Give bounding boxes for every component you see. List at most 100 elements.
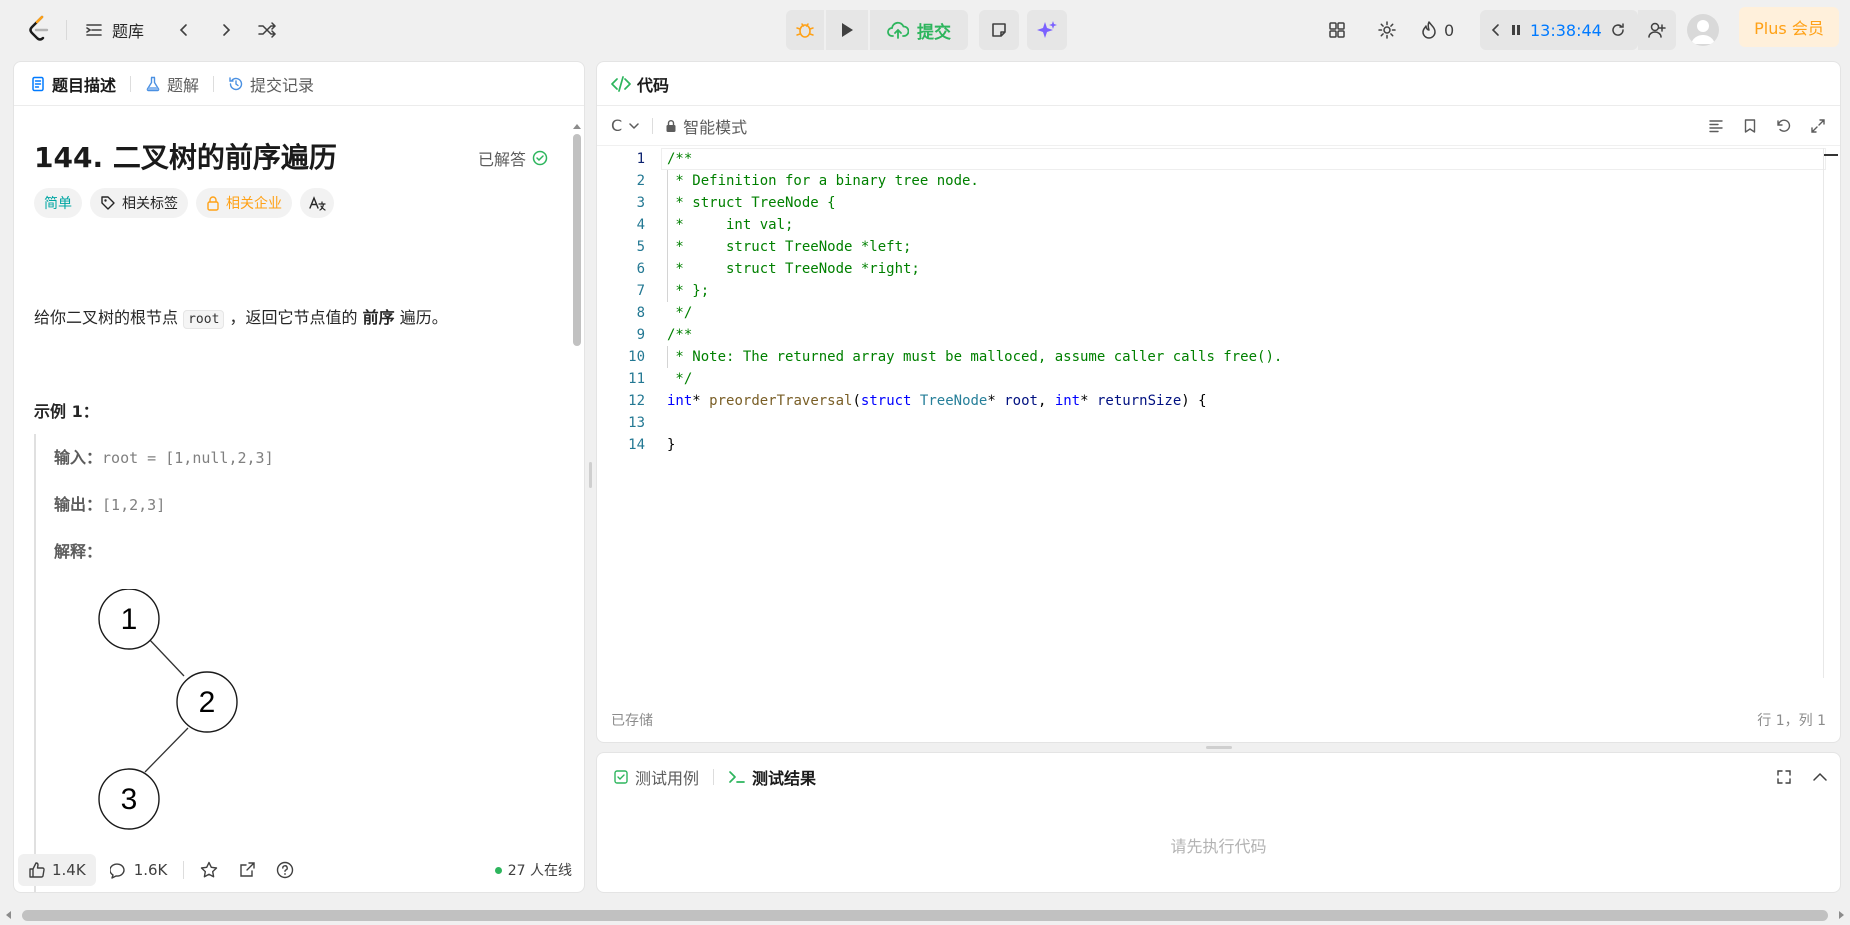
tab-test-result-label: 测试结果: [752, 769, 817, 788]
difficulty-label: 简单: [44, 196, 72, 212]
thumbs-up-icon: [29, 862, 45, 878]
shuffle-icon: [258, 22, 277, 38]
leetcode-logo[interactable]: [26, 14, 52, 44]
document-icon: [32, 76, 44, 91]
code-line: 3 * struct TreeNode {: [636, 195, 836, 211]
timer-widget[interactable]: 13:38:44: [1480, 10, 1638, 50]
description-text: 遍历。: [394, 308, 448, 327]
translate-button[interactable]: [300, 188, 334, 218]
lock-icon: [207, 196, 219, 211]
share-button[interactable]: [228, 854, 266, 886]
input-value: root = [1,null,2,3]: [102, 449, 274, 467]
layout-button[interactable]: [1322, 15, 1352, 45]
avatar[interactable]: [1687, 14, 1719, 46]
language-select[interactable]: C: [611, 116, 640, 135]
undo-icon[interactable]: [1776, 118, 1792, 134]
related-companies-button[interactable]: 相关企业: [196, 188, 292, 218]
cursor-position: 行 1，列 1: [1757, 713, 1826, 729]
function-signature: int* preorderTraversal(struct TreeNode* …: [667, 390, 1207, 412]
next-problem-button[interactable]: [214, 15, 238, 45]
comment-icon: [109, 863, 125, 879]
prev-problem-button[interactable]: [172, 15, 196, 45]
tree-node-label: 1: [121, 603, 138, 636]
like-button[interactable]: 1.4K: [18, 854, 96, 886]
favorite-button[interactable]: [190, 854, 228, 886]
divider: [183, 861, 185, 879]
description-panel: 题目描述 题解 提交记录 144. 二叉树的前序遍历 已解答 简单 相关标签 相…: [13, 61, 585, 893]
bug-icon: [796, 23, 814, 38]
scrollbar-thumb[interactable]: [573, 134, 581, 346]
notes-button[interactable]: [979, 10, 1019, 50]
smart-mode-toggle[interactable]: 智能模式: [665, 114, 747, 138]
vertical-resize-handle[interactable]: [1206, 746, 1232, 749]
example-title: 示例 1：: [34, 402, 99, 421]
example-output: 输出：[1,2,3]: [54, 491, 165, 515]
reset-icon[interactable]: [1610, 22, 1626, 38]
editor-status-bar: 已存储 行 1，列 1: [611, 710, 1826, 730]
divider: [713, 769, 715, 785]
code-token: int: [1054, 393, 1081, 409]
chevron-right-icon: [223, 24, 231, 36]
scroll-left-icon[interactable]: [4, 910, 14, 920]
code-token: returnSize: [1097, 393, 1182, 409]
code-line: 4 * int val;: [636, 217, 794, 233]
expand-icon[interactable]: [1810, 118, 1826, 134]
tab-description[interactable]: 题目描述: [30, 72, 116, 96]
list-icon: [84, 20, 104, 40]
plus-membership-button[interactable]: Plus 会员: [1739, 7, 1839, 47]
page-horizontal-scrollbar[interactable]: [22, 910, 1828, 921]
help-button[interactable]: [266, 854, 304, 886]
streak-count: 0: [1444, 20, 1455, 40]
problem-list-button[interactable]: 题库: [84, 15, 144, 45]
tab-code[interactable]: 代码: [611, 72, 669, 96]
random-problem-button[interactable]: [254, 15, 280, 45]
tab-testcase[interactable]: 测试用例: [613, 765, 699, 789]
code-token: *: [987, 393, 996, 409]
format-icon[interactable]: [1708, 118, 1724, 134]
problem-list-label: 题库: [112, 22, 145, 41]
language-value: C: [611, 116, 623, 135]
description-text: ，返回它节点值的: [224, 308, 363, 327]
bookmark-icon[interactable]: [1742, 118, 1758, 134]
settings-button[interactable]: [1372, 15, 1402, 45]
maximize-icon[interactable]: [1776, 769, 1792, 785]
tab-submissions-label: 提交记录: [250, 75, 315, 95]
chevron-up-icon[interactable]: [1812, 769, 1828, 785]
like-count: 1.4K: [52, 861, 86, 879]
debug-button[interactable]: [786, 10, 824, 50]
submit-button[interactable]: 提交: [870, 10, 968, 50]
scroll-right-icon[interactable]: [1836, 910, 1846, 920]
pause-icon[interactable]: [1510, 23, 1522, 37]
comments-button[interactable]: 1.6K: [100, 854, 178, 886]
saved-status: 已存储: [611, 713, 653, 729]
code-token: {: [1198, 393, 1207, 409]
code-toolbar: C 智能模式: [597, 106, 1840, 146]
play-icon: [842, 23, 853, 37]
tab-submissions[interactable]: 提交记录: [228, 72, 314, 96]
invite-button[interactable]: [1638, 10, 1676, 50]
streak-counter[interactable]: 0: [1420, 15, 1454, 45]
test-tabs: 测试用例 测试结果: [597, 753, 1840, 801]
tab-solutions[interactable]: 题解: [145, 72, 199, 96]
panel-resize-handle[interactable]: [589, 462, 592, 488]
check-circle-icon: [532, 150, 548, 166]
cloud-upload-icon: [887, 21, 909, 39]
related-tags-button[interactable]: 相关标签: [90, 188, 188, 218]
tab-test-result[interactable]: 测试结果: [728, 765, 816, 789]
run-button[interactable]: [826, 10, 868, 50]
ai-assistant-button[interactable]: [1027, 10, 1067, 50]
code-editor[interactable]: 1/** 2 * Definition for a binary tree no…: [597, 148, 1840, 742]
scroll-up-icon[interactable]: [572, 122, 582, 130]
chevron-left-icon[interactable]: [1490, 23, 1502, 37]
problem-chips: 简单 相关标签 相关企业: [34, 188, 334, 218]
related-tags-label: 相关标签: [122, 196, 178, 212]
test-result-placeholder: 请先执行代码: [1170, 837, 1267, 856]
code-token: preorderTraversal: [709, 393, 853, 409]
description-scrollbar[interactable]: [572, 122, 582, 892]
translate-icon: [309, 196, 326, 211]
history-icon: [229, 76, 243, 90]
online-count: 27 人在线: [507, 863, 572, 879]
